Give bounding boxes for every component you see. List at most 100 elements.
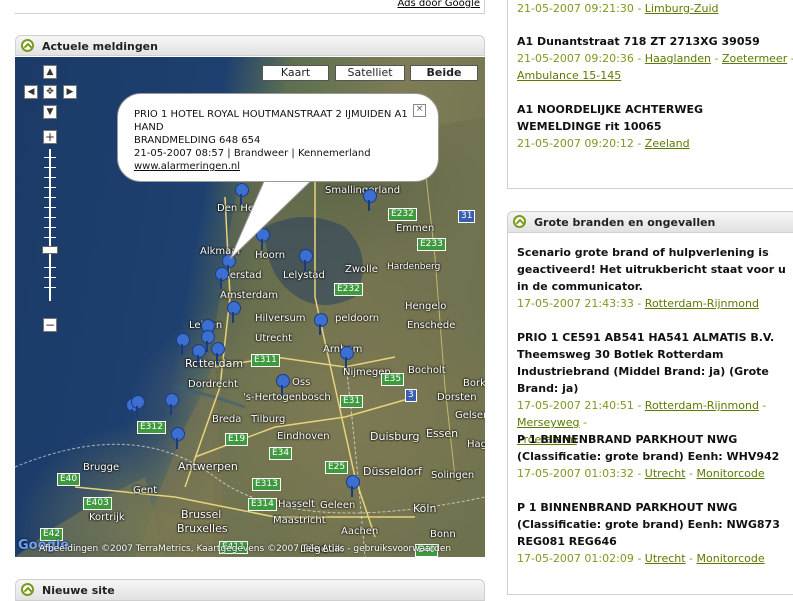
feed-link[interactable]: Monitorcode bbox=[697, 552, 765, 565]
map[interactable]: Kaart Satelliet Beide ▲ ◀ ✥ ▶ ▼ + − Den … bbox=[15, 57, 485, 557]
feed-date: 17-05-2007 01:02:09 bbox=[517, 552, 634, 565]
feed-item: P 1 BINNENBRAND PARKHOUT NWG (Classifica… bbox=[517, 499, 793, 567]
incident-marker-icon[interactable] bbox=[313, 313, 328, 335]
collapse-icon[interactable] bbox=[513, 215, 526, 228]
map-copyright: Afbeeldingen ©2007 TerraMetrics, Kaartge… bbox=[39, 544, 452, 554]
road-shield: E35 bbox=[381, 373, 405, 386]
incident-marker-icon[interactable] bbox=[210, 342, 225, 364]
place-label: Düsseldorf bbox=[363, 465, 422, 478]
place-label: Bork bbox=[463, 378, 485, 389]
place-label: Maastricht bbox=[273, 515, 326, 526]
incident-marker-icon[interactable] bbox=[175, 333, 190, 355]
place-label: Tilburg bbox=[251, 414, 286, 425]
feed-date: 17-05-2007 21:43:33 bbox=[517, 297, 634, 310]
feed-date: 17-05-2007 21:40:51 bbox=[517, 399, 634, 412]
place-label: Aachen bbox=[341, 526, 379, 537]
place-label: Gent bbox=[133, 485, 158, 496]
road-shield: E19 bbox=[225, 433, 249, 446]
feed-title: PRIO 1 CE591 AB541 HA541 ALMATIS B.V. Th… bbox=[517, 331, 775, 395]
road-shield: E403 bbox=[83, 497, 112, 510]
feed-link[interactable]: Rotterdam-Rijnmond bbox=[645, 399, 759, 412]
place-label: Dordrecht bbox=[188, 379, 238, 390]
feed-date: 21-05-2007 09:21:30 bbox=[517, 2, 634, 15]
feed-date: 21-05-2007 09:20:12 bbox=[517, 137, 634, 150]
road-shield: E314 bbox=[248, 498, 277, 511]
incident-marker-icon[interactable] bbox=[339, 346, 354, 368]
road-shield: E25 bbox=[325, 461, 349, 474]
place-label: Geleen bbox=[320, 500, 356, 511]
feed-title: A1 Dunantstraat 718 ZT 2713XG 39059 bbox=[517, 35, 760, 48]
incident-marker-icon[interactable] bbox=[130, 395, 145, 417]
place-label: Utrecht bbox=[255, 333, 293, 344]
collapse-icon[interactable] bbox=[21, 39, 34, 52]
info-bubble: × PRIO 1 HOTEL ROYAL HOUTMANSTRAAT 2 IJM… bbox=[117, 93, 439, 182]
place-label: Kortrijk bbox=[89, 512, 125, 523]
feed-link[interactable]: Rotterdam-Rijnmond bbox=[645, 297, 759, 310]
road-shield: E311 bbox=[251, 354, 280, 367]
feed-link[interactable]: Utrecht bbox=[645, 467, 686, 480]
place-label: Bonn bbox=[430, 529, 456, 540]
bubble-line2: BRANDMELDING 648 654 bbox=[134, 135, 261, 146]
feed-link[interactable]: Ambulance 15-145 bbox=[517, 69, 621, 82]
grote-branden-header: Grote branden en ongevallen bbox=[507, 211, 793, 233]
feed-item: 21-05-2007 09:21:30 - Limburg-Zuid bbox=[517, 2, 719, 15]
place-label: Breda bbox=[212, 414, 242, 425]
place-label: Solingen bbox=[431, 470, 475, 481]
ads-box: Ads door Google bbox=[15, 0, 485, 14]
incident-marker-icon[interactable] bbox=[191, 344, 206, 366]
feed-date: 17-05-2007 01:03:32 bbox=[517, 467, 634, 480]
feed-link[interactable]: Zeeland bbox=[645, 137, 690, 150]
place-label: Antwerpen bbox=[178, 460, 238, 473]
road-shield: E232 bbox=[334, 283, 363, 296]
actuele-meldingen-header: Actuele meldingen bbox=[15, 35, 485, 56]
road-shield: E34 bbox=[269, 447, 293, 460]
place-label: Oss bbox=[292, 377, 311, 388]
incident-marker-icon[interactable] bbox=[170, 427, 185, 449]
bubble-link[interactable]: www.alarmeringen.nl bbox=[134, 161, 240, 172]
incident-marker-icon[interactable] bbox=[345, 475, 360, 497]
nieuwe-site-header: Nieuwe site bbox=[15, 579, 485, 601]
zoom-tick bbox=[44, 277, 56, 278]
place-label: Köln bbox=[413, 502, 437, 515]
place-label: Eindhoven bbox=[277, 431, 330, 442]
feed-title: A1 NOORDELIJKE ACHTERWEG WEMELDINGE rit … bbox=[517, 103, 704, 133]
place-label: Hengelo bbox=[405, 301, 447, 312]
feed-link[interactable]: Limburg-Zuid bbox=[645, 2, 719, 15]
ads-link[interactable]: Ads door Google bbox=[397, 0, 480, 9]
feed-date: 21-05-2007 09:20:36 bbox=[517, 52, 634, 65]
bubble-line1: PRIO 1 HOTEL ROYAL HOUTMANSTRAAT 2 IJMUI… bbox=[134, 109, 408, 133]
feed-link[interactable]: Utrecht bbox=[645, 552, 686, 565]
incident-marker-icon[interactable] bbox=[275, 374, 290, 396]
panel-title: Nieuwe site bbox=[42, 584, 115, 597]
feed-link[interactable]: Zoetermeer bbox=[722, 52, 787, 65]
road-shield: E40 bbox=[57, 473, 81, 486]
feed-link[interactable]: Merseyweg bbox=[517, 416, 580, 429]
grote-branden-list: Scenario grote brand of hulpverlening is… bbox=[507, 233, 793, 595]
close-icon[interactable]: × bbox=[413, 104, 426, 117]
feed-link[interactable]: Monitorcode bbox=[697, 467, 765, 480]
place-label: Gelsenk bbox=[455, 410, 485, 421]
place-label: Dorsten bbox=[437, 392, 477, 403]
feed-item: Scenario grote brand of hulpverlening is… bbox=[517, 244, 793, 312]
place-label: Duisburg bbox=[370, 430, 420, 443]
road-shield: 3 bbox=[405, 389, 417, 402]
zoom-out-icon[interactable]: − bbox=[43, 318, 57, 332]
feed-title: P 1 BINNENBRAND PARKHOUT NWG (Classifica… bbox=[517, 433, 780, 463]
feed-item: P 1 BINNENBRAND PARKHOUT NWG (Classifica… bbox=[517, 431, 793, 482]
place-label: Hilversum bbox=[255, 313, 306, 324]
feed-title: Scenario grote brand of hulpverlening is… bbox=[517, 246, 786, 293]
place-label: peldoorn bbox=[335, 313, 380, 324]
zoom-tick bbox=[44, 287, 56, 288]
feed-title: P 1 BINNENBRAND PARKHOUT NWG (Classifica… bbox=[517, 501, 780, 548]
place-label: Hasselt bbox=[278, 499, 315, 510]
place-label: Essen bbox=[426, 427, 459, 440]
feed-link[interactable]: Haaglanden bbox=[645, 52, 711, 65]
bubble-line3: 21-05-2007 08:57 | Brandweer | Kennemerl… bbox=[134, 148, 371, 159]
meldingen-feed: 21-05-2007 09:21:30 - Limburg-Zuid A1 Du… bbox=[507, 0, 793, 189]
collapse-icon[interactable] bbox=[21, 583, 34, 596]
place-label: Brugge bbox=[83, 462, 120, 473]
feed-item: A1 Dunantstraat 718 ZT 2713XG 39059 21-0… bbox=[517, 33, 793, 84]
incident-marker-icon[interactable] bbox=[226, 301, 241, 323]
incident-marker-icon[interactable] bbox=[164, 393, 179, 415]
road-shield: E313 bbox=[252, 478, 281, 491]
